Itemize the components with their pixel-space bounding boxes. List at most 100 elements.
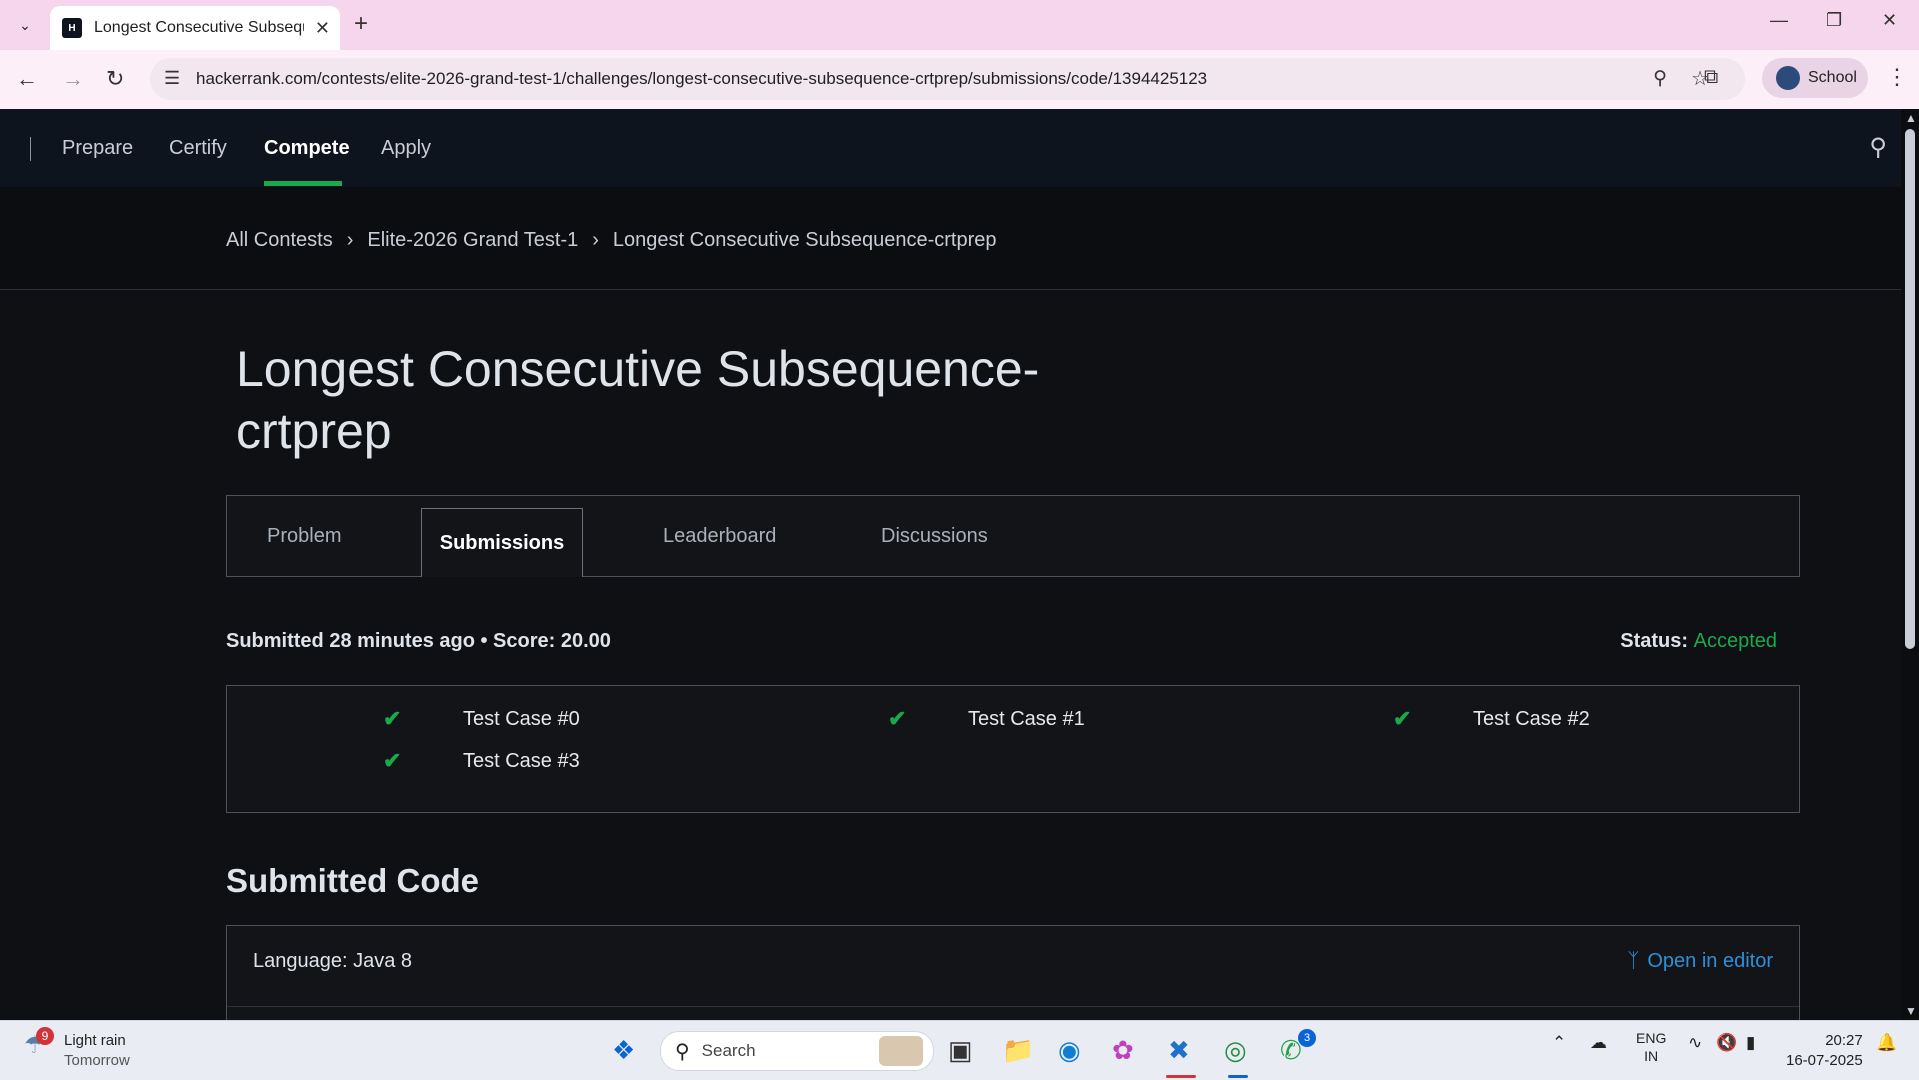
extensions-puzzle-icon[interactable]: ⧉ xyxy=(1704,66,1718,89)
taskbar-search-label: Search xyxy=(701,1041,756,1060)
copilot-icon[interactable]: ✿ xyxy=(1112,1035,1134,1066)
rain-cloud-icon: ☂ 9 xyxy=(24,1027,54,1059)
chrome-icon[interactable]: ◎ xyxy=(1224,1035,1247,1066)
submitted-code-heading: Submitted Code xyxy=(226,862,479,899)
nav-divider xyxy=(30,137,31,161)
check-icon: ✔ xyxy=(383,706,402,731)
vscode-icon[interactable]: ✖ xyxy=(1168,1035,1190,1066)
avatar xyxy=(1776,66,1800,90)
breadcrumb-all-contests[interactable]: All Contests xyxy=(226,229,333,252)
url-text[interactable]: hackerrank.com/contests/elite-2026-grand… xyxy=(196,69,1207,89)
language-indicator[interactable]: ENG IN xyxy=(1636,1029,1666,1065)
close-tab-icon[interactable]: ✕ xyxy=(315,18,330,39)
weather-widget[interactable]: ☂ 9 Light rain Tomorrow xyxy=(24,1027,130,1071)
browser-tab-strip: ⌄ H Longest Consecutive Subsequence-crtp… xyxy=(0,0,1919,50)
main-content: Longest Consecutive Subsequence-crtprep … xyxy=(0,290,1901,1027)
scrollbar-thumb[interactable] xyxy=(1905,129,1915,649)
check-icon: ✔ xyxy=(1393,706,1412,731)
scroll-down-icon[interactable]: ▼ xyxy=(1905,1004,1917,1018)
code-divider xyxy=(227,1006,1799,1007)
breadcrumb: All Contests › Elite-2026 Grand Test-1 ›… xyxy=(226,229,997,252)
clock-date: 16-07-2025 xyxy=(1786,1052,1863,1069)
browser-toolbar: ← → ↻ ☰ hackerrank.com/contests/elite-20… xyxy=(0,50,1919,110)
new-tab-plus-icon[interactable]: + xyxy=(354,10,368,38)
browser-menu-icon[interactable]: ⋮ xyxy=(1886,64,1908,90)
running-indicator xyxy=(1228,1075,1248,1078)
windows-taskbar: ☂ 9 Light rain Tomorrow ❖ ⚲ Search ▣ 📁 ◉… xyxy=(0,1020,1919,1080)
weather-badge: 9 xyxy=(36,1027,54,1045)
nav-apply[interactable]: Apply xyxy=(381,137,431,160)
test-case-label: Test Case #2 xyxy=(1473,707,1590,730)
weather-sub: Tomorrow xyxy=(64,1052,130,1069)
profile-label: School xyxy=(1808,69,1857,86)
tab-discussions[interactable]: Discussions xyxy=(881,496,988,576)
profile-button[interactable]: School xyxy=(1762,58,1868,98)
browser-tab-active[interactable]: H Longest Consecutive Subsequence-crtpre… xyxy=(50,6,340,50)
system-clock[interactable]: 20:27 16-07-2025 xyxy=(1786,1031,1863,1071)
language-label: Language: Java 8 xyxy=(253,950,413,972)
forward-arrow-icon[interactable]: → xyxy=(62,66,84,92)
minimize-window-icon[interactable]: — xyxy=(1770,10,1788,31)
battery-icon[interactable]: ▮ xyxy=(1746,1033,1755,1053)
test-case-item[interactable]: ✔ Test Case #2 xyxy=(1393,706,1590,732)
address-bar[interactable]: ☰ hackerrank.com/contests/elite-2026-gra… xyxy=(150,58,1745,100)
open-in-editor-label: Open in editor xyxy=(1647,950,1773,972)
wifi-icon[interactable]: ∿ xyxy=(1688,1033,1702,1053)
test-cases-panel: ✔ Test Case #0 ✔ Test Case #1 ✔ Test Cas… xyxy=(226,685,1800,813)
chevron-right-icon: › xyxy=(592,229,599,251)
back-arrow-icon[interactable]: ← xyxy=(16,66,38,92)
scroll-up-icon[interactable]: ▲ xyxy=(1905,111,1917,125)
submission-summary: Submitted 28 minutes ago • Score: 20.00 xyxy=(226,630,611,652)
tab-submissions[interactable]: Submissions xyxy=(421,508,583,577)
speaker-muted-icon[interactable]: 🔇 xyxy=(1716,1033,1737,1053)
test-case-item[interactable]: ✔ Test Case #3 xyxy=(383,748,580,774)
test-case-item[interactable]: ✔ Test Case #0 xyxy=(383,706,580,732)
search-icon: ⚲ xyxy=(675,1040,690,1063)
status-badge: Status: Accepted xyxy=(1620,630,1777,653)
restore-window-icon[interactable]: ❐ xyxy=(1826,10,1842,31)
onedrive-cloud-icon[interactable]: ☁ xyxy=(1590,1033,1607,1053)
tray-overflow-icon[interactable]: ⌃ xyxy=(1552,1033,1566,1053)
close-window-icon[interactable]: ✕ xyxy=(1882,10,1897,31)
language-line-1: ENG xyxy=(1636,1030,1667,1046)
challenge-tabs: Problem Submissions Leaderboard Discussi… xyxy=(226,495,1800,577)
tab-leaderboard[interactable]: Leaderboard xyxy=(663,496,776,576)
chevron-right-icon: › xyxy=(346,229,354,251)
check-icon: ✔ xyxy=(888,706,907,731)
check-icon: ✔ xyxy=(383,748,402,773)
nav-prepare[interactable]: Prepare xyxy=(62,137,133,160)
site-info-icon[interactable]: ☰ xyxy=(164,68,180,89)
status-value: Accepted xyxy=(1693,630,1777,652)
site-navbar: Prepare Certify Compete Apply ⚲ xyxy=(0,109,1901,187)
open-in-editor-link[interactable]: ᛉ Open in editor xyxy=(1627,950,1773,973)
nav-certify[interactable]: Certify xyxy=(169,137,227,160)
weather-main: Light rain xyxy=(64,1032,126,1049)
search-icon[interactable]: ⚲ xyxy=(1869,133,1887,162)
file-explorer-icon[interactable]: 📁 xyxy=(1002,1035,1034,1066)
tab-search-chevron-icon[interactable]: ⌄ xyxy=(12,12,38,38)
page-title: Longest Consecutive Subsequence-crtprep xyxy=(236,341,1040,459)
reload-icon[interactable]: ↻ xyxy=(106,66,124,92)
nav-active-indicator xyxy=(264,181,342,186)
language-line-2: IN xyxy=(1644,1048,1659,1064)
task-view-icon[interactable]: ▣ xyxy=(948,1035,973,1066)
notification-bell-icon[interactable]: 🔔 xyxy=(1876,1033,1897,1053)
breadcrumb-challenge[interactable]: Longest Consecutive Subsequence-crtprep xyxy=(613,229,997,252)
page-scrollbar[interactable]: ▲ ▼ xyxy=(1901,109,1919,1020)
tab-title: Longest Consecutive Subsequence-crtprep xyxy=(94,19,304,36)
test-case-item[interactable]: ✔ Test Case #1 xyxy=(888,706,1085,732)
status-label: Status: xyxy=(1620,630,1689,652)
code-panel: Language: Java 8 ᛉ Open in editor xyxy=(226,925,1800,1027)
whatsapp-badge: 3 xyxy=(1298,1029,1316,1047)
nav-compete[interactable]: Compete xyxy=(264,137,350,160)
windows-start-icon[interactable]: ❖ xyxy=(612,1035,635,1066)
zoom-icon[interactable]: ⚲ xyxy=(1653,67,1667,90)
edge-browser-icon[interactable]: ◉ xyxy=(1058,1035,1081,1066)
test-case-label: Test Case #0 xyxy=(463,707,580,730)
running-indicator xyxy=(1166,1075,1196,1078)
test-case-label: Test Case #1 xyxy=(968,707,1085,730)
breadcrumb-contest[interactable]: Elite-2026 Grand Test-1 xyxy=(367,229,578,252)
tab-problem[interactable]: Problem xyxy=(267,496,341,576)
taskbar-search[interactable]: ⚲ Search xyxy=(660,1031,934,1071)
whatsapp-icon[interactable]: ✆ 3 xyxy=(1280,1029,1316,1066)
